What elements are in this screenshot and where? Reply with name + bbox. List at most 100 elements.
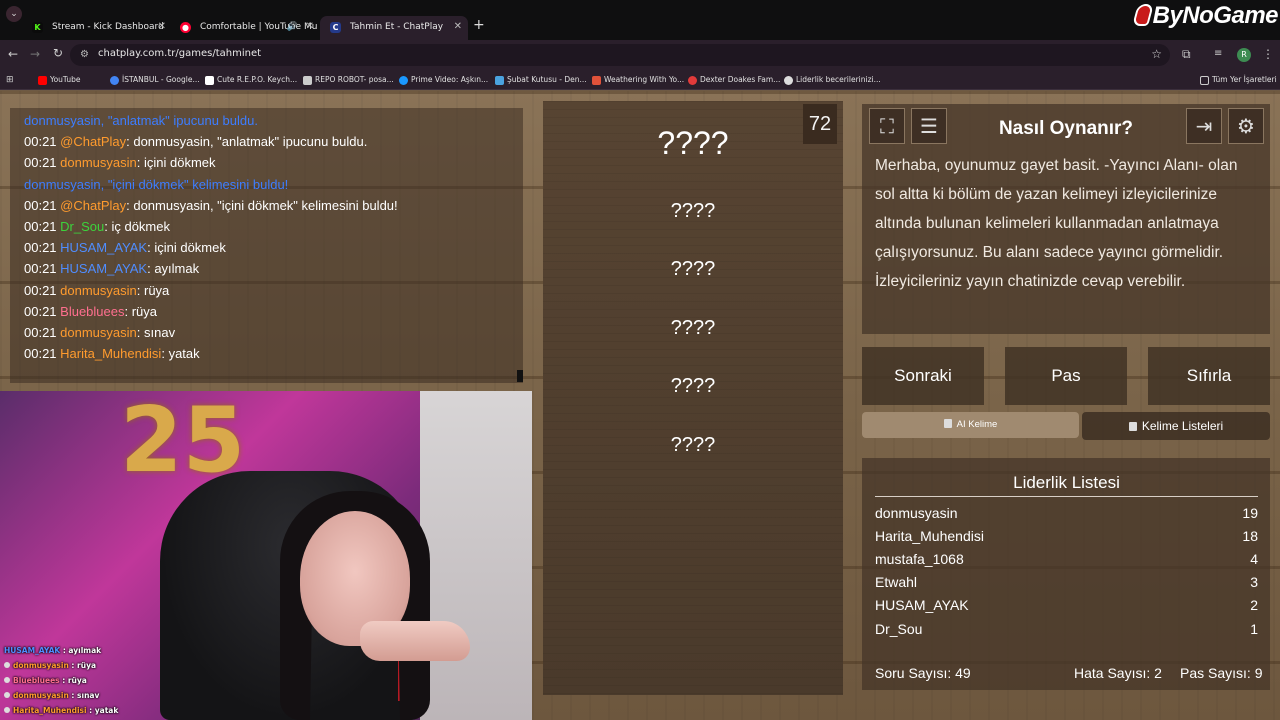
close-icon[interactable]: ✕ (454, 16, 462, 38)
leaderboard-row: mustafa_1068 4 (875, 551, 1258, 573)
tab-youtube-music[interactable]: ● Comfortable | YouTube Mu 🔊 ✕ (170, 16, 320, 40)
leaderboard-row: Harita_Muhendisi 18 (875, 528, 1258, 550)
chat-scrollbar[interactable] (517, 370, 523, 382)
tab-ai-word[interactable]: AI Kelime (862, 412, 1079, 438)
robot-icon (943, 419, 952, 428)
bookmark-label: Liderlik becerilerinizi... (796, 75, 881, 84)
extensions-icon[interactable]: ⧉ (1182, 47, 1191, 62)
tab-label: AI Kelime (956, 419, 998, 430)
gear-icon[interactable]: ⚙ (1228, 108, 1264, 144)
chat-username[interactable]: donmusyasin (60, 325, 137, 340)
bookmark-liderlik[interactable]: Liderlik becerilerinizi... (784, 73, 881, 87)
bookmark-label: Cute R.E.P.O. Keych... (217, 75, 298, 84)
youtube-icon (38, 76, 47, 85)
chat-username[interactable]: HUSAM_AYAK (60, 240, 147, 255)
reload-icon[interactable]: ↻ (53, 46, 63, 60)
chat-message: 00:21 HUSAM_AYAK: ayılmak (24, 261, 199, 276)
site-icon (592, 76, 601, 85)
bookmark-label: Tüm Yer İşaretleri (1212, 75, 1277, 84)
chat-time: 00:21 (24, 303, 61, 319)
all-bookmarks-folder[interactable]: Tüm Yer İşaretleri (1200, 73, 1277, 87)
bookmark-repo-robot[interactable]: REPO ROBOT- posa... (303, 73, 394, 87)
overlay-chat-message: donmusyasin : rüya (4, 661, 96, 670)
document-icon[interactable]: ☰ (911, 108, 947, 144)
bookmark-youtube[interactable]: YouTube (38, 73, 81, 87)
player-score: 2 (1250, 597, 1258, 614)
tab-kick-dashboard[interactable]: K Stream - Kick Dashboard ✕ (22, 16, 172, 40)
browser-tab-strip: ⌄ K Stream - Kick Dashboard ✕ ● Comforta… (0, 0, 1280, 40)
tab-chatplay[interactable]: C Tahmin Et - ChatPlay ✕ (320, 16, 468, 40)
close-icon[interactable]: ✕ (158, 16, 166, 38)
bookmarks-bar: ⊞ YouTube İSTANBUL - Google... Cute R.E.… (0, 70, 1280, 90)
chat-username[interactable]: HUSAM_AYAK (60, 261, 147, 276)
kick-icon: K (32, 22, 43, 33)
bookmark-label: İSTANBUL - Google... (122, 75, 200, 84)
exit-icon[interactable]: ⇥ (1186, 108, 1222, 144)
tab-title: Comfortable | YouTube Mu (200, 22, 318, 32)
bookmark-dexter[interactable]: Dexter Doakes Fam... (688, 73, 780, 87)
bookmark-prime-video[interactable]: Prime Video: Aşkın... (399, 73, 488, 87)
chat-text: ayılmak (154, 261, 200, 277)
chat-username[interactable]: Dr_Sou (60, 219, 104, 234)
bookmark-star-icon[interactable]: ☆ (1151, 47, 1162, 61)
more-menu-icon[interactable]: ⋮ (1262, 47, 1274, 61)
chat-username[interactable]: donmusyasin, "içini dökmek" kelimesini b… (24, 177, 288, 192)
chat-username[interactable]: donmusyasin (60, 155, 137, 170)
leaderboard-row: donmusyasin 19 (875, 505, 1258, 527)
bookmark-label: REPO ROBOT- posa... (315, 75, 394, 84)
fullscreen-icon[interactable]: ⛶ (869, 108, 905, 144)
overlay-chat-message: donmusyasin : sınav (4, 691, 99, 700)
chat-time: 00:21 (24, 240, 61, 256)
player-score: 4 (1250, 551, 1258, 568)
chat-username[interactable]: @ChatPlay (60, 198, 126, 213)
prime-video-icon (399, 76, 408, 85)
close-icon[interactable]: ✕ (306, 16, 314, 38)
new-tab-button[interactable]: + (473, 17, 485, 33)
apps-grid-icon[interactable]: ⊞ (6, 73, 14, 87)
bookmark-repo-keychain[interactable]: Cute R.E.P.O. Keych... (205, 73, 297, 87)
how-to-play-text: Merhaba, oyunumuz gayet basit. -Yayıncı … (875, 157, 1238, 290)
chat-separator: : (136, 155, 144, 171)
reset-button[interactable]: Sıfırla (1148, 347, 1270, 405)
bookmark-weathering[interactable]: Weathering With Yo... (592, 73, 684, 87)
bookmark-label: Weathering With Yo... (604, 75, 685, 84)
forbidden-word: ???? (670, 317, 716, 339)
speaker-icon[interactable]: 🔊 (287, 16, 298, 38)
forbidden-word: ???? (670, 258, 716, 280)
chat-username[interactable]: Bluebluees (60, 304, 124, 319)
chat-username[interactable]: @ChatPlay (60, 134, 126, 149)
bynogame-logo-icon (1131, 4, 1154, 26)
chat-username[interactable]: donmusyasin (60, 283, 137, 298)
chat-text: rüya (144, 282, 170, 298)
chat-message: donmusyasin, "içini dökmek" kelimesini b… (24, 177, 288, 192)
google-icon (110, 76, 119, 85)
tab-search-icon[interactable]: ⌄ (6, 6, 22, 22)
chat-separator: : (161, 346, 169, 362)
question-count: Soru Sayısı: 49 (875, 665, 971, 681)
pass-button[interactable]: Pas (1005, 347, 1127, 405)
tab-word-lists[interactable]: Kelime Listeleri (1082, 412, 1270, 440)
chat-time: 00:21 (24, 282, 61, 298)
player-name: Harita_Muhendisi (875, 528, 984, 545)
site-info-icon[interactable]: ⚙ (80, 49, 89, 60)
bookmark-label: Şubat Kutusu - Den... (507, 75, 587, 84)
chatplay-icon: C (330, 22, 341, 33)
forward-arrow-icon[interactable]: → (30, 47, 40, 61)
chat-message: 00:21 HUSAM_AYAK: içini dökmek (24, 240, 226, 255)
error-count: Hata Sayısı: 2 (1074, 665, 1162, 681)
chat-username[interactable]: Harita_Muhendisi (60, 346, 161, 361)
back-arrow-icon[interactable]: ← (8, 47, 18, 61)
bookmark-istanbul[interactable]: İSTANBUL - Google... (110, 73, 200, 87)
profile-avatar[interactable]: R (1237, 48, 1251, 62)
bookmark-subat-kutusu[interactable]: Şubat Kutusu - Den... (495, 73, 587, 87)
player-name: mustafa_1068 (875, 551, 964, 568)
chat-username[interactable]: donmusyasin, "anlatmak" ipucunu buldu. (24, 113, 258, 128)
media-controls-icon[interactable]: ≡ (1214, 48, 1222, 59)
url-text[interactable]: chatplay.com.tr/games/tahminet (98, 48, 261, 59)
next-button[interactable]: Sonraki (862, 347, 984, 405)
player-score: 19 (1242, 505, 1258, 521)
wall-background (420, 391, 532, 720)
chat-time: 00:21 (24, 219, 61, 234)
bookmark-label: YouTube (50, 75, 81, 84)
address-bar[interactable]: ⚙ chatplay.com.tr/games/tahminet ☆ (70, 44, 1170, 66)
